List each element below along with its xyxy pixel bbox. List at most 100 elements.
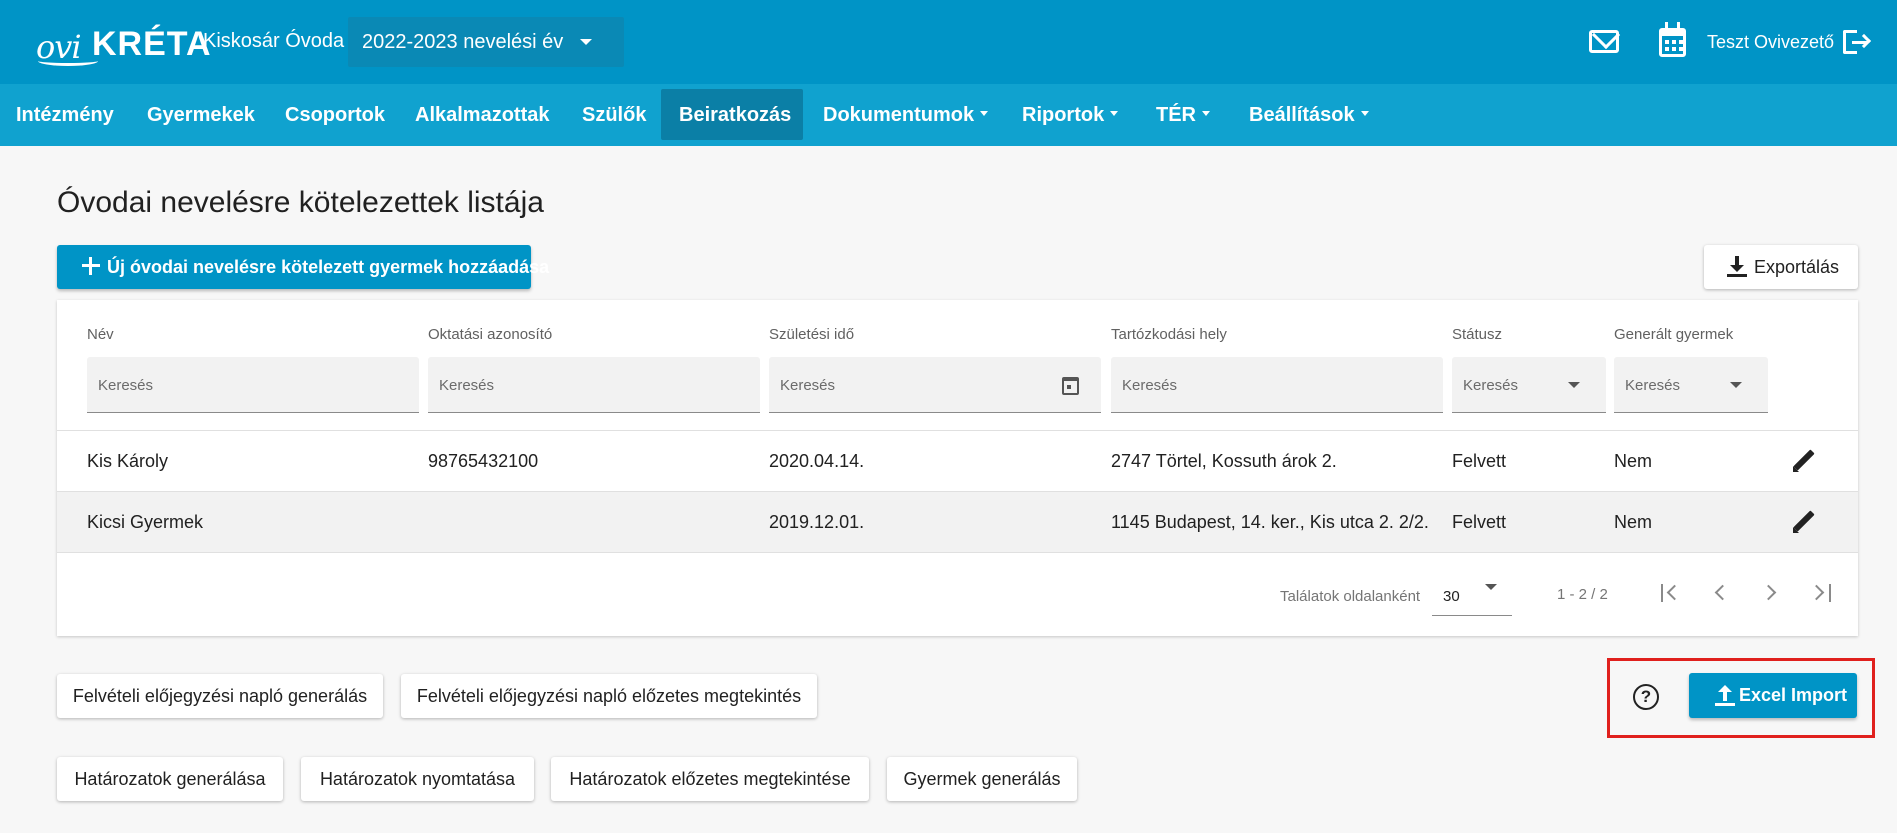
preview-decisions-button[interactable]: Határozatok előzetes megtekintése (551, 757, 869, 801)
col-header-name[interactable]: Név (87, 326, 114, 343)
generate-register-button[interactable]: Felvételi előjegyzési napló generálás (57, 674, 383, 718)
logout-icon[interactable] (1843, 30, 1872, 54)
add-child-button[interactable]: Új óvodai nevelésre kötelezett gyermek h… (57, 245, 549, 289)
cell-generated: Nem (1614, 451, 1653, 471)
generate-decisions-label: Határozatok generálása (74, 769, 266, 789)
nav-label: Szülők (582, 104, 647, 126)
filter-placeholder: Keresés (1463, 377, 1519, 394)
generate-child-label: Gyermek generálás (903, 769, 1061, 789)
excel-import-label: Excel Import (1739, 685, 1848, 705)
last-page-button[interactable] (1807, 578, 1837, 608)
cell-name: Kicsi Gyermek (87, 512, 204, 532)
filter-placeholder: Keresés (98, 377, 154, 394)
col-header-edu-id[interactable]: Oktatási azonosító (428, 326, 552, 343)
filter-residence-input[interactable]: Keresés (1111, 357, 1443, 413)
nav-item-alkalmazottak[interactable]: Alkalmazottak (415, 84, 550, 146)
col-header-status[interactable]: Státusz (1452, 326, 1502, 343)
col-header-birth-date[interactable]: Születési idő (769, 326, 854, 343)
generate-decisions-button[interactable]: Határozatok generálása (57, 757, 283, 801)
filter-edu-id-input[interactable]: Keresés (428, 357, 760, 413)
nav-label: Dokumentumok (823, 104, 975, 126)
ovikreta-logo[interactable]: ovi KRÉTA (36, 16, 211, 68)
excel-import-button[interactable]: Excel Import (1689, 673, 1857, 718)
top-header: ovi KRÉTA Kiskosár Óvoda 2022-2023 nevel… (0, 0, 1897, 84)
add-child-label: Új óvodai nevelésre kötelezett gyermek h… (107, 257, 550, 277)
cell-edu-id: 98765432100 (428, 451, 539, 471)
upload-icon (1715, 685, 1735, 707)
calendar-icon[interactable] (1659, 22, 1686, 57)
page-range: 1 - 2 / 2 (1557, 586, 1608, 603)
filter-name-input[interactable]: Keresés (87, 357, 419, 413)
edit-icon[interactable] (1792, 510, 1816, 534)
caret-down-icon (1202, 111, 1210, 117)
previous-page-button[interactable] (1707, 578, 1737, 608)
cell-birth-date: 2020.04.14. (769, 451, 865, 471)
caret-down-icon (980, 111, 989, 117)
generate-register-label: Felvételi előjegyzési napló generálás (72, 686, 368, 706)
chevron-down-icon (1568, 382, 1580, 388)
cell-birth-date: 2019.12.01. (769, 512, 865, 532)
nav-item-dokumentumok[interactable]: Dokumentumok (823, 84, 989, 146)
year-select[interactable]: 2022-2023 nevelési év (348, 17, 624, 67)
filter-status-select[interactable]: Keresés (1452, 357, 1606, 413)
nav-item-ter[interactable]: TÉR (1156, 84, 1210, 146)
generate-child-button[interactable]: Gyermek generálás (887, 757, 1077, 801)
page-size-value: 30 (1443, 588, 1460, 605)
cell-generated: Nem (1614, 512, 1653, 532)
nav-label: Beiratkozás (679, 104, 792, 126)
nav-label: Beállítások (1249, 104, 1355, 126)
print-decisions-button[interactable]: Határozatok nyomtatása (301, 757, 534, 801)
filter-generated-select[interactable]: Keresés (1614, 357, 1768, 413)
nav-label: Intézmény (16, 104, 114, 126)
first-page-button[interactable] (1657, 578, 1687, 608)
page-size-select[interactable]: 30 (1432, 562, 1512, 616)
col-header-generated[interactable]: Generált gyermek (1614, 326, 1733, 343)
nav-item-gyermekek[interactable]: Gyermekek (147, 84, 255, 146)
logo-swoosh (38, 56, 98, 66)
filter-placeholder: Keresés (1625, 377, 1681, 394)
preview-register-label: Felvételi előjegyzési napló előzetes meg… (416, 686, 802, 706)
download-icon (1727, 256, 1747, 278)
filter-birth-date-input[interactable]: Keresés (769, 357, 1101, 413)
print-decisions-label: Határozatok nyomtatása (319, 769, 516, 789)
export-button[interactable]: Exportálás (1704, 245, 1858, 289)
cell-name: Kis Károly (87, 451, 169, 471)
nav-label: TÉR (1156, 104, 1196, 126)
cell-status: Felvett (1452, 512, 1507, 532)
filter-placeholder: Keresés (780, 377, 836, 394)
filter-placeholder: Keresés (439, 377, 495, 394)
chevron-down-icon (1730, 382, 1742, 388)
children-table: Név Oktatási azonosító Születési idő Tar… (57, 300, 1858, 636)
nav-label: Csoportok (285, 104, 385, 126)
cell-status: Felvett (1452, 451, 1507, 471)
cell-residence: 2747 Törtel, Kossuth árok 2. (1111, 451, 1337, 471)
filter-placeholder: Keresés (1122, 377, 1178, 394)
nav-item-csoportok[interactable]: Csoportok (285, 84, 385, 146)
caret-down-icon (1360, 111, 1369, 117)
help-icon[interactable]: ? (1633, 684, 1659, 710)
nav-item-beallitasok[interactable]: Beállítások (1249, 84, 1369, 146)
page-title: Óvodai nevelésre kötelezettek listája (57, 186, 544, 219)
calendar-icon[interactable] (1062, 377, 1079, 395)
page-size-label: Találatok oldalanként (1280, 588, 1421, 605)
mail-icon[interactable] (1589, 30, 1619, 53)
nav-item-intezmeny[interactable]: Intézmény (16, 84, 114, 146)
nav-item-riportok[interactable]: Riportok (1022, 84, 1119, 146)
nav-label: Alkalmazottak (415, 104, 550, 126)
next-page-button[interactable] (1757, 578, 1787, 608)
user-name[interactable]: Teszt Ovivezető (1707, 32, 1834, 53)
nav-item-szulok[interactable]: Szülők (582, 84, 646, 146)
main-nav: Intézmény Gyermekek Csoportok Alkalmazot… (0, 84, 1897, 146)
edit-icon[interactable] (1792, 449, 1816, 473)
cell-residence: 1145 Budapest, 14. ker., Kis utca 2. 2/2… (1111, 512, 1429, 532)
nav-label: Gyermekek (147, 104, 255, 126)
caret-down-icon (1110, 111, 1119, 117)
table-row[interactable]: Kis Károly 98765432100 2020.04.14. 2747 … (57, 430, 1858, 491)
preview-register-button[interactable]: Felvételi előjegyzési napló előzetes meg… (401, 674, 817, 718)
plus-icon (82, 257, 100, 275)
nav-item-beiratkozas[interactable]: Beiratkozás (661, 89, 803, 140)
col-header-residence[interactable]: Tartózkodási hely (1111, 326, 1227, 343)
chevron-down-icon (1485, 584, 1497, 590)
table-row[interactable]: Kicsi Gyermek 2019.12.01. 1145 Budapest,… (57, 491, 1858, 552)
chevron-down-icon (580, 39, 592, 45)
